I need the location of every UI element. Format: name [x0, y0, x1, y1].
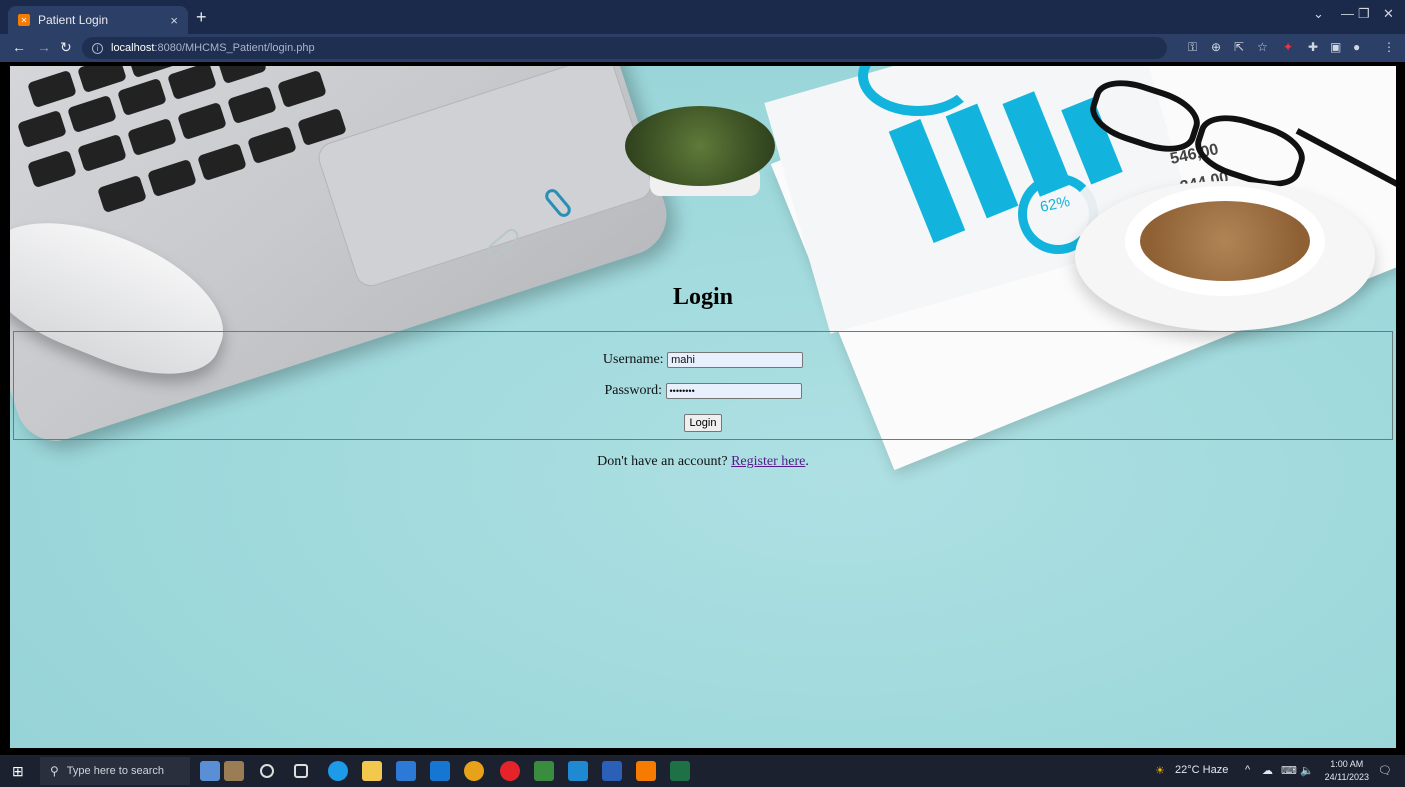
word-icon[interactable] — [602, 761, 622, 781]
sidepanel-icon[interactable]: ▣ — [1330, 40, 1341, 54]
xampp-favicon-icon: ✕ — [18, 14, 30, 26]
tab-search-icon[interactable]: ⌄ — [1313, 6, 1324, 22]
notepad-icon[interactable] — [534, 761, 554, 781]
address-bar[interactable]: i localhost :8080/MHCMS_Patient/login.ph… — [82, 37, 1167, 59]
close-window-button[interactable]: ✕ — [1383, 6, 1394, 22]
password-input[interactable]: •••••••• — [665, 383, 802, 399]
register-prompt-text: Don't have an account? — [597, 454, 728, 469]
password-label: Password: — [604, 383, 663, 398]
chrome-icon[interactable] — [464, 761, 484, 781]
info-icon[interactable]: i — [92, 42, 103, 54]
opera-icon[interactable] — [500, 761, 520, 781]
search-icon: ⚲ — [50, 764, 59, 778]
windows-start-icon[interactable]: ⊞ — [12, 763, 28, 779]
edge-icon[interactable] — [328, 761, 348, 781]
network-icon[interactable]: ☁ — [1262, 764, 1273, 777]
new-tab-button[interactable]: + — [196, 8, 207, 26]
restore-button[interactable]: ❐ — [1358, 6, 1370, 22]
tab-close-icon[interactable]: × — [170, 13, 178, 28]
store-icon[interactable] — [396, 761, 416, 781]
file-explorer-icon[interactable] — [362, 761, 382, 781]
register-link[interactable]: Register here — [731, 454, 805, 469]
tray-expand-icon[interactable]: ^ — [1245, 764, 1250, 776]
share-icon[interactable]: ⇱ — [1234, 40, 1244, 54]
star-icon[interactable]: ☆ — [1257, 40, 1268, 54]
volume-icon[interactable]: 🔈 — [1300, 764, 1314, 777]
profile-icon[interactable]: ● — [1353, 40, 1360, 54]
extension-icon[interactable]: ✦ — [1283, 40, 1293, 54]
weather-text[interactable]: 22°C Haze — [1175, 764, 1228, 776]
keyboard-icon[interactable]: ⌨ — [1281, 764, 1297, 777]
forward-arrow-icon[interactable]: → — [37, 39, 51, 55]
url-path: :8080/MHCMS_Patient/login.php — [154, 42, 315, 54]
clock-date: 24/11/2023 — [1324, 772, 1369, 782]
taskbar-search[interactable]: ⚲ Type here to search — [40, 757, 190, 785]
username-row: Username: mahi — [14, 352, 1392, 368]
register-prompt: Don't have an account? Register here. — [10, 454, 1396, 470]
taskbar-clock[interactable]: 1:00 AM 24/11/2023 — [1325, 758, 1369, 784]
url-host: localhost — [111, 42, 155, 54]
password-row: Password: •••••••• — [14, 383, 1392, 399]
browser-toolbar: ← → ↻ i localhost :8080/MHCMS_Patient/lo… — [0, 34, 1405, 62]
page-viewport: 62% 546,00 344,00 Login Username: — [10, 66, 1396, 748]
cortana-icon[interactable] — [260, 764, 274, 778]
login-button[interactable]: Login — [684, 414, 722, 432]
page-title: Login — [672, 284, 734, 310]
key-icon[interactable]: ⚿ — [1188, 40, 1197, 55]
extensions-icon[interactable]: ✚ — [1308, 40, 1318, 54]
taskbar: ⊞ ⚲ Type here to search ☀ 22°C Haze ^ ☁ … — [0, 755, 1405, 787]
tab-title: Patient Login — [38, 13, 109, 27]
clock-time: 1:00 AM — [1330, 759, 1364, 769]
back-arrow-icon[interactable]: ← — [12, 39, 26, 55]
weather-icon: ☀ — [1155, 765, 1165, 777]
mail-icon[interactable] — [430, 761, 450, 781]
coffee-image — [1140, 201, 1310, 281]
vscode-icon[interactable] — [568, 761, 588, 781]
zoom-icon[interactable]: ⊕ — [1211, 40, 1221, 54]
login-form: Username: mahi Password: •••••••• Login — [13, 331, 1393, 440]
app-photos-icon[interactable] — [200, 761, 220, 781]
plant-image — [625, 106, 775, 186]
browser-tab-bar: ✕ Patient Login × + ⌄ — ❐ ✕ — [0, 0, 1405, 34]
tab-patient-login[interactable]: ✕ Patient Login × — [8, 6, 188, 34]
minimize-button[interactable]: — — [1341, 6, 1354, 21]
menu-icon[interactable]: ⋮ — [1383, 40, 1395, 54]
register-period: . — [805, 454, 809, 469]
search-placeholder: Type here to search — [66, 765, 165, 777]
xampp-icon[interactable] — [636, 761, 656, 781]
login-button-row: Login — [14, 414, 1392, 432]
reload-icon[interactable]: ↻ — [60, 39, 72, 56]
excel-icon[interactable] — [670, 761, 690, 781]
username-input[interactable]: mahi — [667, 352, 804, 368]
notification-icon[interactable]: 🗨 — [1378, 764, 1392, 777]
username-label: Username: — [602, 352, 664, 367]
app-widget-icon[interactable] — [224, 761, 244, 781]
task-view-icon[interactable] — [294, 764, 308, 778]
